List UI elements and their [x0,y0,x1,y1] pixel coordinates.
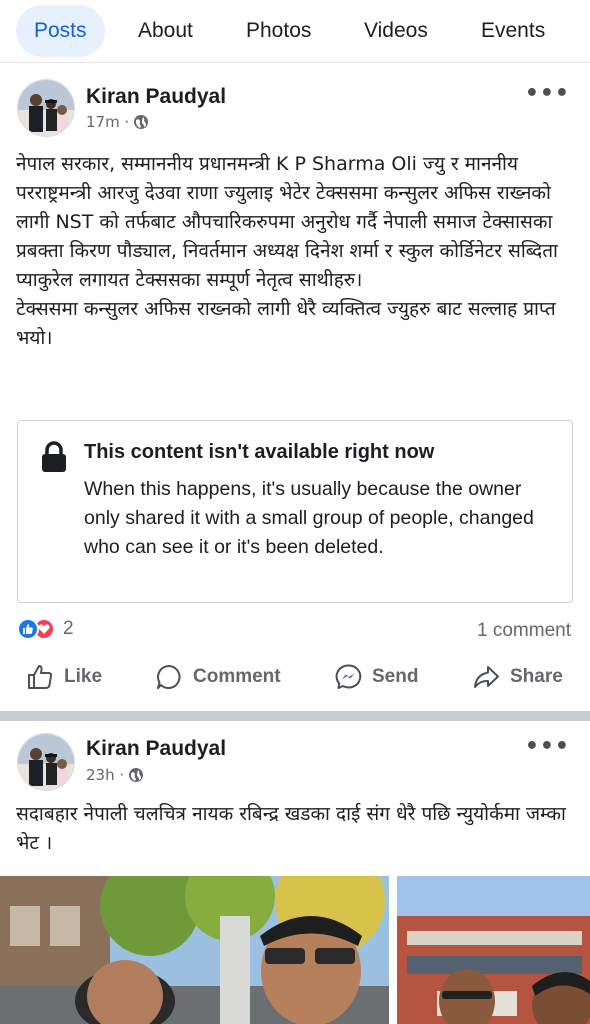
tab-videos[interactable]: Videos [364,5,428,57]
post-time: 23h · [86,766,125,784]
messenger-icon [335,664,362,689]
post-time: 17m · [86,113,130,131]
globe-icon [129,768,144,782]
like-button[interactable]: Like [26,663,102,691]
post-photo[interactable] [397,876,590,1024]
post-meta: 17m · [86,113,149,131]
post-photo[interactable] [0,876,389,1024]
like-icon [28,665,53,689]
tab-events[interactable]: Events [481,5,545,57]
send-button[interactable]: Send [334,663,418,691]
more-options-icon[interactable]: ••• [525,734,570,759]
send-label: Send [372,666,419,687]
reaction-count: 2 [63,618,74,639]
share-label: Share [510,666,563,687]
tab-photos[interactable]: Photos [246,5,311,57]
unavailable-title: This content isn't available right now [84,441,435,463]
tab-posts[interactable]: Posts [16,5,105,57]
avatar[interactable] [17,79,75,137]
share-button[interactable]: Share [472,663,563,691]
post-meta: 23h · [86,766,144,784]
post-author[interactable]: Kiran Paudyal [86,85,226,109]
like-label: Like [64,666,103,687]
like-reaction-icon [17,618,39,640]
comment-icon [157,665,181,689]
post-separator [0,711,590,721]
reactions-summary[interactable]: 2 [17,618,74,640]
post-author[interactable]: Kiran Paudyal [86,737,226,761]
post-text: नेपाल सरकार, सम्माननीय प्रधानमन्त्री K P… [16,153,558,349]
tab-about[interactable]: About [138,5,193,57]
unavailable-content-box: This content isn't available right now W… [17,420,573,603]
unavailable-body: When this happens, it's usually because … [84,478,534,558]
post-text: सदाबहार नेपाली चलचित्र नायक रबिन्द्र खडक… [16,803,566,854]
share-icon [474,666,499,688]
globe-icon [134,115,149,129]
post-card: Kiran Paudyal 17m · ••• नेपाल सरकार, सम्… [0,63,590,711]
comment-button[interactable]: Comment [155,663,281,691]
lock-icon [42,441,66,472]
post-card: Kiran Paudyal 23h · ••• सदाबहार नेपाली च… [0,721,590,1024]
avatar[interactable] [17,733,75,791]
comment-label: Comment [193,666,281,687]
comment-count[interactable]: 1 comment [477,620,571,642]
profile-tabs: Posts About Photos Videos Events [0,0,590,62]
post-actions: Like Comment Send Share [0,663,590,703]
more-options-icon[interactable]: ••• [525,81,570,106]
